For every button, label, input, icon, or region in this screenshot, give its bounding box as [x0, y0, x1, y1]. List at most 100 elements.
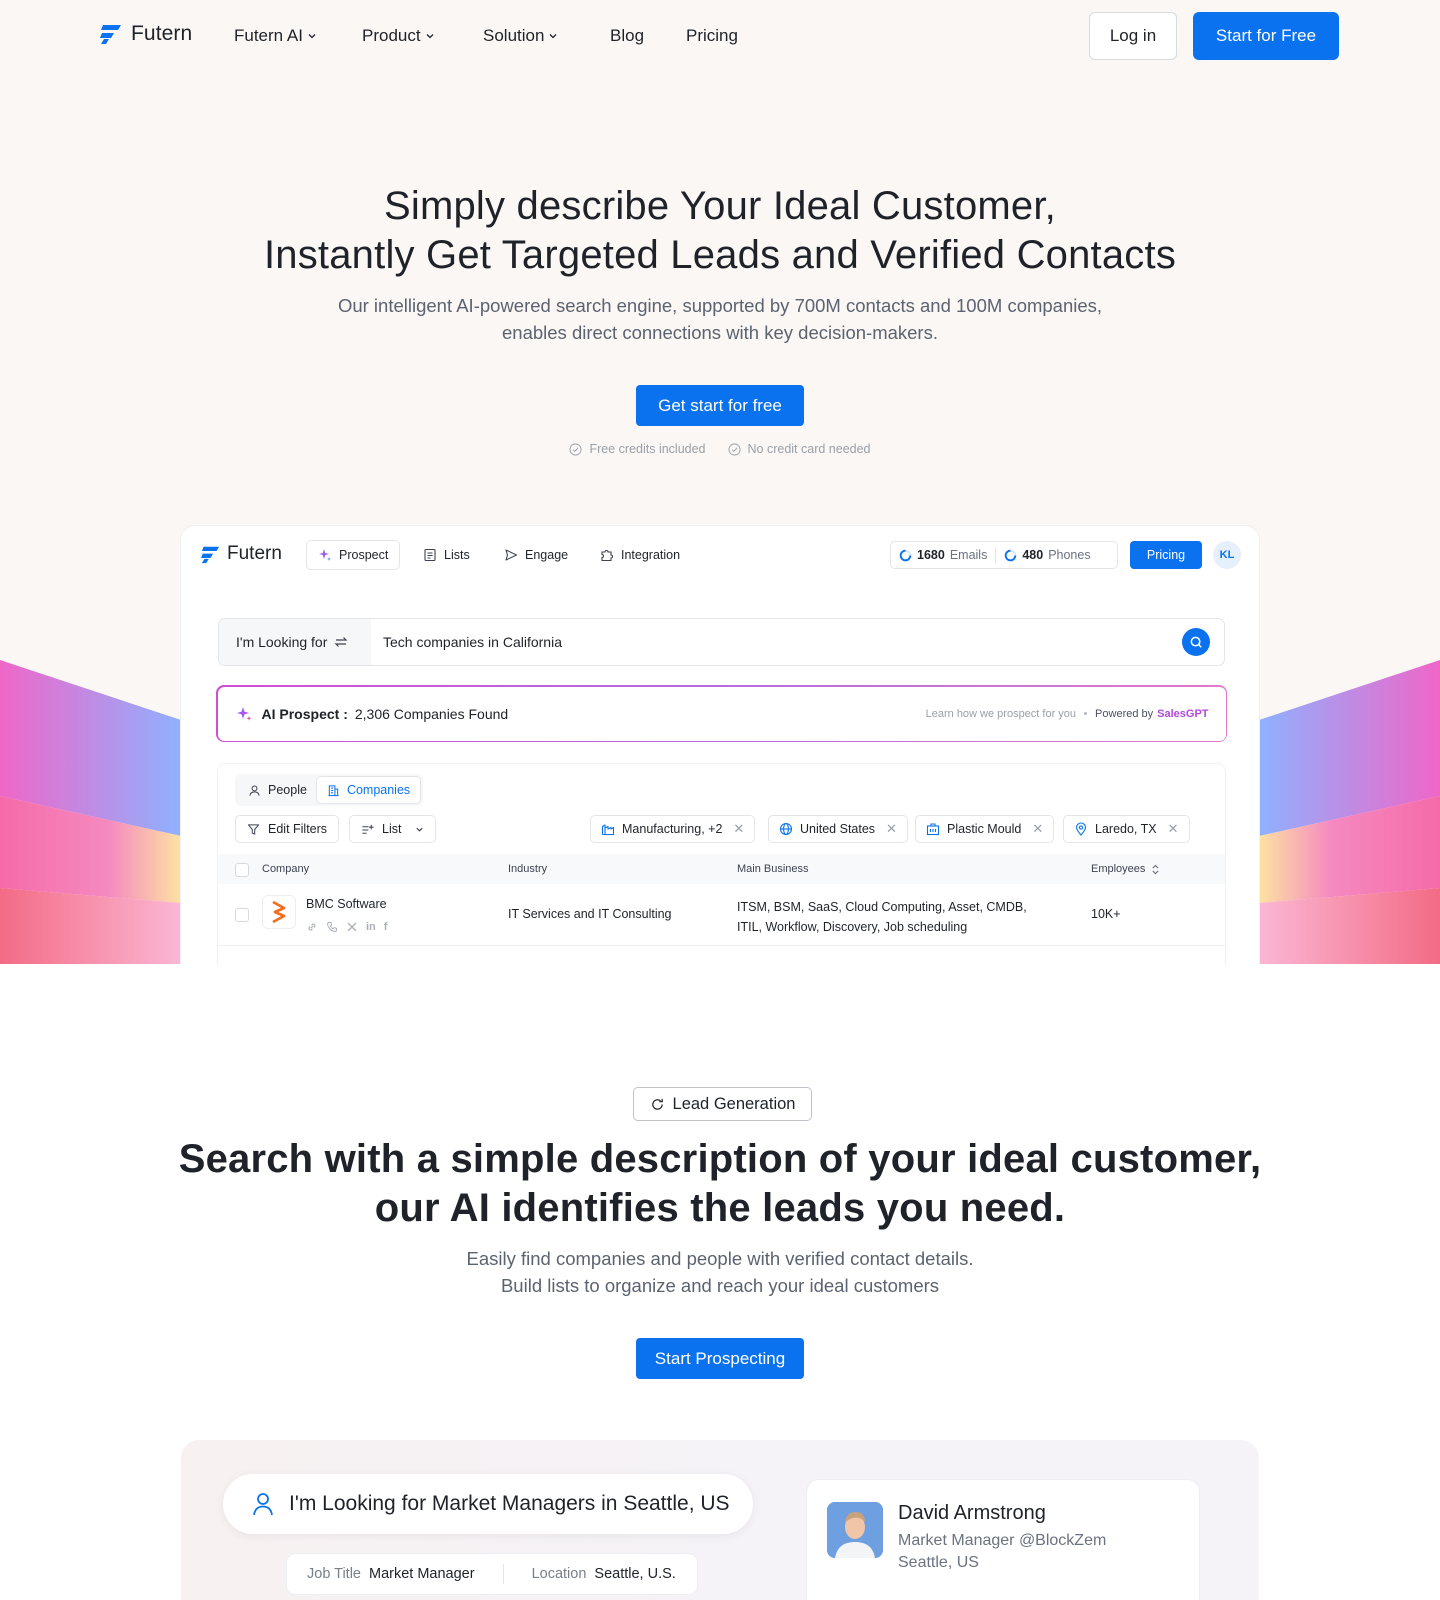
email-credits: 1680 Emails: [891, 548, 995, 562]
start-for-free-button[interactable]: Start for Free: [1193, 12, 1339, 60]
nav-product[interactable]: Product: [362, 26, 435, 46]
user-avatar[interactable]: KL: [1213, 541, 1241, 569]
chip-label: Manufacturing, +2: [622, 822, 723, 836]
sort-icon[interactable]: [1151, 864, 1160, 875]
linkedin-icon[interactable]: in: [366, 921, 376, 933]
chevron-down-icon: [426, 34, 434, 39]
button-label: List: [382, 822, 402, 836]
company-employees: 10K+: [1091, 907, 1121, 921]
criteria-location: Location Seattle, U.S.: [532, 1566, 676, 1582]
search-input[interactable]: Tech companies in California: [383, 634, 1182, 650]
x-twitter-icon[interactable]: [346, 921, 358, 933]
segment-label: People: [268, 783, 307, 797]
criteria-key: Location: [531, 1566, 587, 1582]
nav-label: Solution: [483, 26, 545, 45]
chevron-down-icon: [308, 34, 316, 39]
start-prospecting-button[interactable]: Start Prospecting: [636, 1338, 804, 1379]
futern-logo-icon: [201, 546, 220, 563]
login-button[interactable]: Log in: [1089, 12, 1177, 60]
learn-link[interactable]: Learn how we prospect for you: [926, 708, 1076, 720]
hero-subtitle: Our intelligent AI-powered search engine…: [0, 292, 1440, 346]
business-line-1: ITSM, BSM, SaaS, Cloud Computing, Asset,…: [737, 900, 1027, 914]
section-subtitle: Easily find companies and people with ve…: [0, 1245, 1440, 1299]
checkbox[interactable]: [235, 863, 249, 877]
contact-avatar: [827, 1502, 883, 1558]
column-header-industry[interactable]: Industry: [508, 863, 547, 875]
hero-subtitle-line-2: enables direct connections with key deci…: [502, 322, 938, 343]
table-row[interactable]: BMC Software in f IT Services and IT Con…: [218, 884, 1225, 946]
facebook-icon[interactable]: f: [384, 921, 388, 933]
hero-badges: Free credits included No credit card nee…: [0, 442, 1440, 456]
criteria-value: Market Manager: [369, 1566, 475, 1582]
contact-location: Seattle, US: [898, 1554, 979, 1571]
segment-label: Companies: [346, 783, 411, 797]
hero-title: Simply describe Your Ideal Customer, Ins…: [0, 182, 1440, 280]
section-title: Search with a simple description of your…: [0, 1135, 1440, 1233]
business-line-2: ITIL, Workflow, Discovery, Job schedulin…: [737, 920, 968, 934]
top-nav: Futern Futern AI Product Solution Blog P…: [0, 0, 1440, 74]
segment-people[interactable]: People: [238, 777, 317, 803]
phone-credits: 480 Phones: [996, 548, 1098, 562]
phone-icon[interactable]: [326, 921, 338, 933]
nav-label: Blog: [610, 26, 645, 45]
chip-label: Laredo, TX: [1095, 822, 1157, 836]
nav-pricing[interactable]: Pricing: [686, 26, 738, 46]
contact-name: David Armstrong: [898, 1502, 1046, 1524]
brand-logo[interactable]: Futern: [100, 22, 192, 46]
decorative-gradient-right: [1259, 660, 1440, 964]
ai-prospect-inner: AI Prospect : 2,306 Companies Found Lear…: [217, 686, 1226, 741]
filter-chip-business[interactable]: Plastic Mould ✕: [915, 815, 1055, 843]
ai-prospect-count: 2,306 Companies Found: [354, 705, 509, 722]
query-bubble: I'm Looking for Market Managers in Seatt…: [223, 1474, 753, 1534]
nav-futern-ai[interactable]: Futern AI: [234, 26, 317, 46]
row-checkbox[interactable]: [235, 908, 249, 922]
tab-prospect[interactable]: Prospect: [306, 540, 401, 570]
tab-integration[interactable]: Integration: [589, 540, 691, 570]
tab-engage[interactable]: Engage: [493, 540, 579, 570]
results-panel: People Companies Edit Filters List Manuf…: [218, 764, 1225, 964]
location-icon: [1075, 822, 1087, 836]
tab-label: Lists: [444, 548, 470, 562]
tab-lists[interactable]: Lists: [412, 540, 481, 570]
column-header-main-business[interactable]: Main Business: [737, 863, 809, 875]
salesgpt-brand: SalesGPT: [1157, 707, 1209, 720]
filter-chip-location[interactable]: Laredo, TX ✕: [1063, 815, 1190, 843]
remove-filter-icon[interactable]: ✕: [1032, 821, 1043, 837]
remove-filter-icon[interactable]: ✕: [1168, 821, 1179, 837]
search-mode-toggle[interactable]: I'm Looking for: [219, 619, 371, 665]
column-header-company[interactable]: Company: [262, 863, 309, 875]
badge-no-credit-card: No credit card needed: [727, 442, 871, 456]
progress-ring-icon: [1005, 549, 1017, 561]
link-icon[interactable]: [306, 921, 318, 933]
criteria-value: Seattle, U.S.: [594, 1566, 676, 1582]
nav-solution[interactable]: Solution: [483, 26, 558, 46]
edit-filters-button[interactable]: Edit Filters: [235, 815, 340, 843]
chip-label: United States: [800, 822, 876, 836]
select-all-checkbox[interactable]: [235, 863, 249, 877]
company-name[interactable]: BMC Software: [306, 897, 387, 911]
get-start-button[interactable]: Get start for free: [636, 385, 804, 426]
phone-credits-unit: Phones: [1048, 548, 1091, 562]
remove-filter-icon[interactable]: ✕: [733, 821, 744, 837]
section-subtitle-line-1: Easily find companies and people with ve…: [466, 1248, 974, 1269]
remove-filter-icon[interactable]: ✕: [886, 821, 897, 837]
column-header-employees[interactable]: Employees: [1091, 863, 1160, 875]
segment-companies[interactable]: Companies: [316, 777, 421, 803]
app-brand-logo[interactable]: Futern: [201, 543, 282, 565]
list-dropdown[interactable]: List: [349, 815, 437, 843]
entity-segment-control: People Companies: [235, 774, 424, 806]
app-pricing-button[interactable]: Pricing: [1130, 541, 1202, 569]
nav-label: Product: [362, 26, 421, 45]
contact-card[interactable]: David Armstrong Market Manager @BlockZem…: [807, 1480, 1199, 1600]
nav-label: Futern AI: [234, 26, 303, 45]
futern-logo-icon: [100, 25, 121, 44]
credits-counter: 1680 Emails 480 Phones: [890, 541, 1118, 569]
filter-chip-industry[interactable]: Manufacturing, +2 ✕: [590, 815, 756, 843]
lead-search-preview: I'm Looking for Market Managers in Seatt…: [181, 1440, 1259, 1600]
filter-chip-country[interactable]: United States ✕: [768, 815, 908, 843]
sparkle-icon: [319, 549, 331, 561]
nav-blog[interactable]: Blog: [610, 26, 644, 46]
search-button[interactable]: [1182, 628, 1210, 656]
company-social-links: in f: [306, 921, 387, 933]
prospect-search-bar[interactable]: I'm Looking for Tech companies in Califo…: [218, 618, 1225, 666]
